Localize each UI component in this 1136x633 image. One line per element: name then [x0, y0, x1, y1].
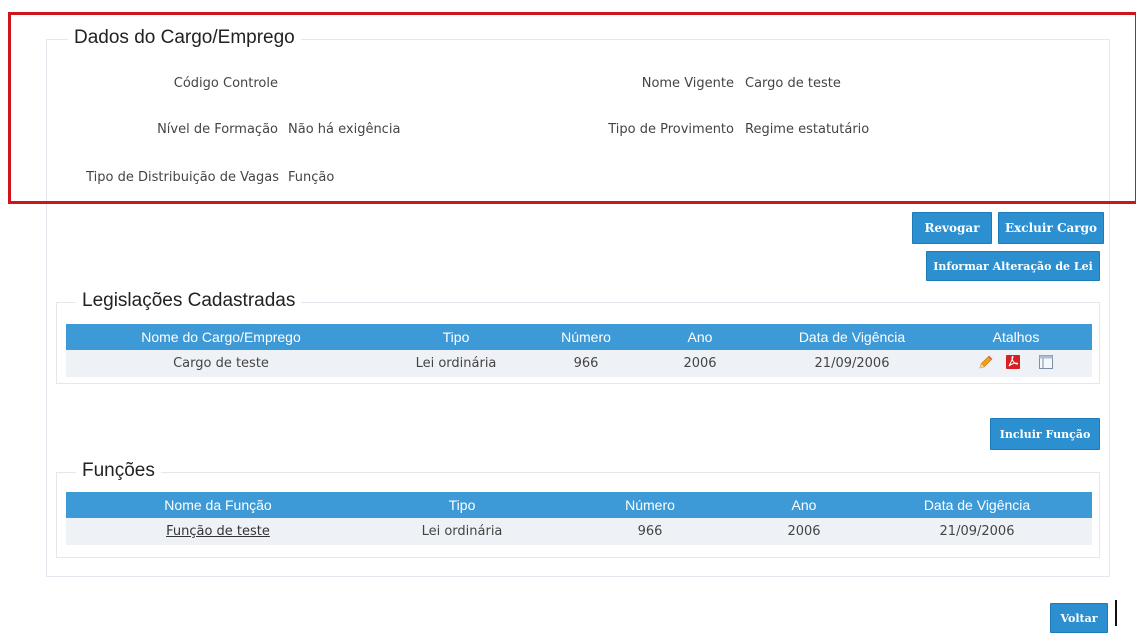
column-header[interactable]: Data de Vigência [764, 324, 940, 350]
funcoes-table: Nome da Função Tipo Número Ano Data de V… [66, 492, 1092, 545]
cell-tipo: Lei ordinária [370, 518, 554, 545]
column-header[interactable]: Tipo [376, 324, 536, 350]
column-header[interactable]: Ano [746, 492, 862, 518]
cell-tipo: Lei ordinária [376, 350, 536, 377]
pdf-icon[interactable] [1005, 354, 1021, 374]
funcao-link[interactable]: Função de teste [166, 524, 270, 539]
legislacoes-table: Nome do Cargo/Emprego Tipo Número Ano Da… [66, 324, 1092, 377]
column-header[interactable]: Número [536, 324, 636, 350]
column-header[interactable]: Tipo [370, 492, 554, 518]
cell-ano: 2006 [636, 350, 764, 377]
section-title-legislacoes: Legislações Cadastradas [76, 290, 302, 312]
table-header-row: Nome do Cargo/Emprego Tipo Número Ano Da… [66, 324, 1092, 350]
voltar-button[interactable]: Voltar [1050, 603, 1108, 633]
informar-alteracao-lei-button[interactable]: Informar Alteração de Lei [926, 251, 1100, 281]
section-title-funcoes: Funções [76, 460, 161, 482]
revogar-button[interactable]: Revogar [912, 212, 992, 244]
pencil-icon[interactable] [978, 354, 994, 374]
column-header[interactable]: Ano [636, 324, 764, 350]
table-row: Função de teste Lei ordinária 966 2006 2… [66, 518, 1092, 545]
text-cursor [1115, 600, 1117, 626]
column-header[interactable]: Nome do Cargo/Emprego [66, 324, 376, 350]
column-header[interactable]: Número [554, 492, 746, 518]
excluir-cargo-button[interactable]: Excluir Cargo [998, 212, 1104, 244]
highlight-frame [8, 12, 1136, 204]
cell-data-vigencia: 21/09/2006 [862, 518, 1092, 545]
incluir-funcao-button[interactable]: Incluir Função [990, 418, 1100, 450]
cell-nome-cargo: Cargo de teste [66, 350, 376, 377]
cell-atalhos [940, 350, 1092, 377]
cell-numero: 966 [554, 518, 746, 545]
column-header: Atalhos [940, 324, 1092, 350]
cell-numero: 966 [536, 350, 636, 377]
column-header[interactable]: Data de Vigência [862, 492, 1092, 518]
window-icon[interactable] [1038, 354, 1054, 374]
cell-nome-funcao: Função de teste [66, 518, 370, 545]
column-header[interactable]: Nome da Função [66, 492, 370, 518]
table-row: Cargo de teste Lei ordinária 966 2006 21… [66, 350, 1092, 377]
cell-ano: 2006 [746, 518, 862, 545]
cell-data-vigencia: 21/09/2006 [764, 350, 940, 377]
table-header-row: Nome da Função Tipo Número Ano Data de V… [66, 492, 1092, 518]
